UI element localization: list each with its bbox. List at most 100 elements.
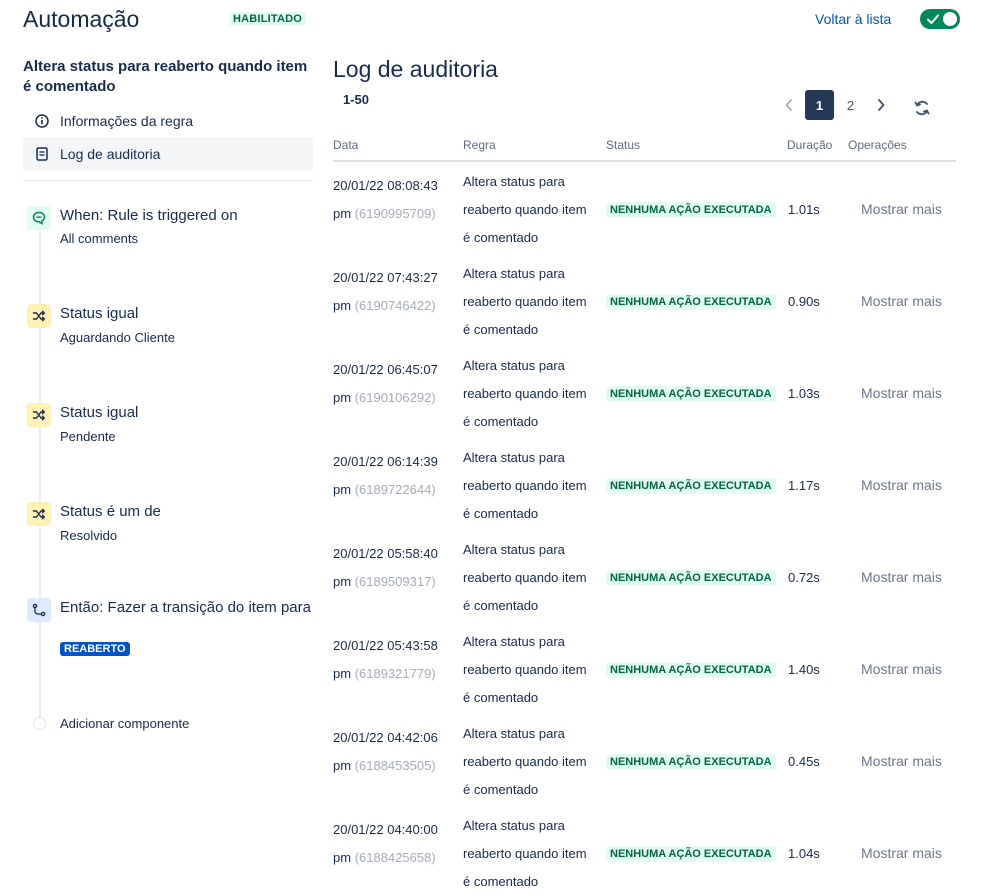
table-row: 20/01/22 06:45:07 pm (6190106292) Altera … — [333, 352, 956, 444]
table-row: 20/01/22 04:42:06 pm (6188453505) Altera … — [333, 720, 956, 812]
execution-id: (6188453505) — [354, 758, 436, 773]
row-date: 20/01/22 06:14:39 pm (6189722644) — [333, 448, 458, 504]
condition-1-subtitle: Aguardando Cliente — [60, 330, 175, 345]
row-status-lozenge: NENHUMA AÇÃO EXECUTADA — [606, 294, 776, 310]
trigger-title: When: Rule is triggered on — [60, 207, 238, 224]
check-icon — [927, 14, 939, 24]
row-duration: 1.40s — [788, 662, 820, 677]
app-title: Automação — [23, 6, 140, 32]
next-page-button[interactable] — [873, 93, 889, 117]
date-text: 20/01/22 06:45:07 — [333, 362, 438, 377]
rule-enabled-toggle[interactable] — [920, 9, 960, 29]
date-text: 20/01/22 06:14:39 — [333, 454, 438, 469]
column-header-rule[interactable]: Regra — [463, 138, 496, 152]
shuffle-icon — [27, 502, 51, 526]
condition-1-title: Status igual — [60, 305, 139, 322]
nav-audit-log-label: Log de auditoria — [60, 146, 161, 162]
document-icon — [32, 147, 52, 161]
row-date: 20/01/22 08:08:43 pm (6190995709) — [333, 172, 458, 228]
table-row: 20/01/22 05:58:40 pm (6189509317) Altera … — [333, 536, 956, 628]
row-status-lozenge: NENHUMA AÇÃO EXECUTADA — [606, 754, 776, 770]
table-row: 20/01/22 05:43:58 pm (6189321779) Altera … — [333, 628, 956, 720]
row-status-lozenge: NENHUMA AÇÃO EXECUTADA — [606, 386, 776, 402]
date-text: 20/01/22 05:43:58 — [333, 638, 438, 653]
row-date: 20/01/22 05:58:40 pm (6189509317) — [333, 540, 458, 596]
ampm-text: pm — [333, 298, 352, 313]
nav-rule-info-label: Informações da regra — [60, 113, 194, 129]
shuffle-icon — [27, 403, 51, 427]
ampm-text: pm — [333, 206, 352, 221]
table-row: 20/01/22 07:43:27 pm (6190746422) Altera … — [333, 260, 956, 352]
row-rule: Altera status para reaberto quando item … — [463, 266, 587, 337]
info-icon — [32, 114, 52, 128]
page-button-1[interactable]: 1 — [805, 90, 834, 120]
row-rule: Altera status para reaberto quando item … — [463, 174, 587, 245]
audit-log-table: 20/01/22 08:08:43 pm (6190995709) Altera … — [333, 168, 956, 896]
date-text: 20/01/22 08:08:43 — [333, 178, 438, 193]
row-status-lozenge: NENHUMA AÇÃO EXECUTADA — [606, 202, 776, 218]
target-status-lozenge: REABERTO — [60, 642, 130, 656]
show-more-button[interactable]: Mostrar mais — [861, 753, 942, 769]
row-status-lozenge: NENHUMA AÇÃO EXECUTADA — [606, 570, 776, 586]
row-rule: Altera status para reaberto quando item … — [463, 542, 587, 613]
date-text: 20/01/22 04:42:06 — [333, 730, 438, 745]
show-more-button[interactable]: Mostrar mais — [861, 293, 942, 309]
execution-id: (6190106292) — [354, 390, 436, 405]
execution-id: (6189722644) — [354, 482, 436, 497]
row-duration: 0.45s — [788, 754, 820, 769]
execution-id: (6190995709) — [354, 206, 436, 221]
shuffle-icon — [27, 304, 51, 328]
ampm-text: pm — [333, 758, 352, 773]
nav-rule-info[interactable]: Informações da regra — [23, 104, 313, 138]
date-text: 20/01/22 05:58:40 — [333, 546, 438, 561]
column-header-operations: Operações — [848, 138, 907, 152]
refresh-icon — [914, 100, 930, 116]
transition-icon — [27, 598, 51, 622]
show-more-button[interactable]: Mostrar mais — [861, 661, 942, 677]
row-date: 20/01/22 04:42:06 pm (6188453505) — [333, 724, 458, 780]
row-rule: Altera status para reaberto quando item … — [463, 450, 587, 521]
show-more-button[interactable]: Mostrar mais — [861, 201, 942, 217]
execution-id: (6190746422) — [354, 298, 436, 313]
execution-id: (6189509317) — [354, 574, 436, 589]
comment-icon — [27, 206, 51, 230]
row-duration: 0.72s — [788, 570, 820, 585]
add-component-dot — [33, 717, 46, 730]
condition-3-subtitle: Resolvido — [60, 528, 118, 543]
status-badge: HABILITADO — [229, 12, 307, 26]
table-row: 20/01/22 04:40:00 pm (6188425658) Altera … — [333, 812, 956, 896]
row-duration: 1.04s — [788, 846, 820, 861]
result-range: 1-50 — [343, 92, 370, 107]
action-title: Então: Fazer a transição do item para — [60, 599, 311, 616]
ampm-text: pm — [333, 574, 352, 589]
prev-page-button[interactable] — [781, 93, 797, 117]
page-button-2[interactable]: 2 — [836, 90, 865, 120]
row-rule: Altera status para reaberto quando item … — [463, 358, 587, 429]
nav-audit-log[interactable]: Log de auditoria — [23, 137, 313, 171]
show-more-button[interactable]: Mostrar mais — [861, 569, 942, 585]
column-header-status[interactable]: Status — [606, 138, 640, 152]
row-rule: Altera status para reaberto quando item … — [463, 726, 587, 797]
trigger-subtitle: All comments — [60, 231, 139, 246]
back-to-list-link[interactable]: Voltar à lista — [815, 11, 891, 27]
row-date: 20/01/22 05:43:58 pm (6189321779) — [333, 632, 458, 688]
row-date: 20/01/22 04:40:00 pm (6188425658) — [333, 816, 458, 872]
show-more-button[interactable]: Mostrar mais — [861, 477, 942, 493]
row-status-lozenge: NENHUMA AÇÃO EXECUTADA — [606, 662, 776, 678]
refresh-button[interactable] — [912, 98, 932, 118]
show-more-button[interactable]: Mostrar mais — [861, 845, 942, 861]
condition-2-title: Status igual — [60, 404, 139, 421]
row-date: 20/01/22 07:43:27 pm (6190746422) — [333, 264, 458, 320]
table-row: 20/01/22 08:08:43 pm (6190995709) Altera … — [333, 168, 956, 260]
show-more-button[interactable]: Mostrar mais — [861, 385, 942, 401]
row-status-lozenge: NENHUMA AÇÃO EXECUTADA — [606, 478, 776, 494]
date-text: 20/01/22 07:43:27 — [333, 270, 438, 285]
row-duration: 1.17s — [788, 478, 820, 493]
table-header: Data Regra Status Duração Operações — [333, 138, 956, 162]
add-component-link[interactable]: Adicionar componente — [60, 716, 189, 731]
column-header-duration[interactable]: Duração — [787, 138, 832, 152]
column-header-date[interactable]: Data — [333, 138, 358, 152]
ampm-text: pm — [333, 390, 352, 405]
page-title: Log de auditoria — [333, 56, 498, 82]
row-duration: 1.03s — [788, 386, 820, 401]
